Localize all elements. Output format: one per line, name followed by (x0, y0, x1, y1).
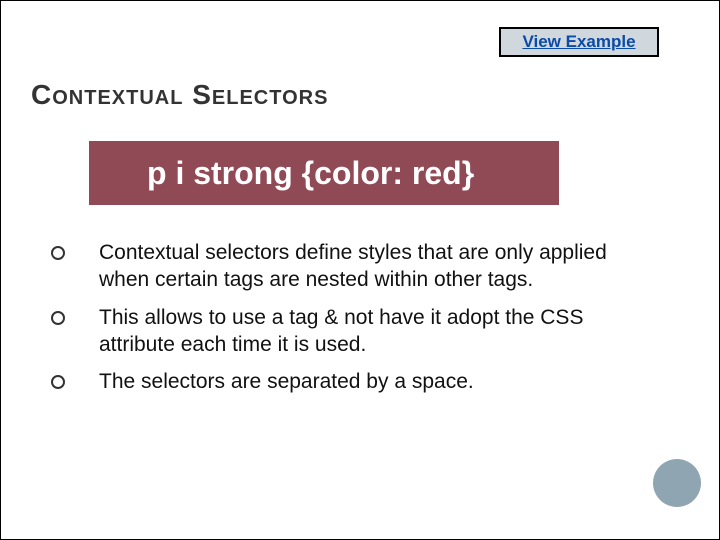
bullet-text: Contextual selectors define styles that … (99, 241, 607, 291)
bullet-text: The selectors are separated by a space. (99, 370, 474, 393)
accent-circle (653, 459, 701, 507)
slide: View Example Contextual Selectors p i st… (0, 0, 720, 540)
list-item: The selectors are separated by a space. (47, 368, 659, 395)
view-example-link[interactable]: View Example (499, 27, 659, 57)
code-example-bar: p i strong {color: red} (89, 141, 559, 205)
list-item: This allows to use a tag & not have it a… (47, 304, 659, 359)
list-item: Contextual selectors define styles that … (47, 239, 659, 294)
bullet-text: This allows to use a tag & not have it a… (99, 306, 583, 356)
bullet-list: Contextual selectors define styles that … (47, 239, 659, 405)
slide-title: Contextual Selectors (31, 79, 328, 111)
view-example-label: View Example (522, 32, 635, 52)
code-example-text: p i strong {color: red} (147, 155, 474, 192)
